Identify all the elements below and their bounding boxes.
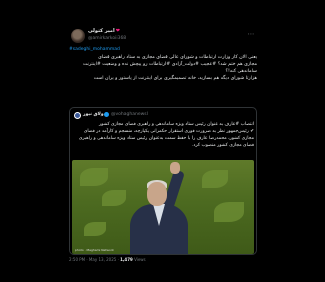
photo-credit: photo · Maghami Network: [75, 248, 114, 252]
author-block: امیر کتولی❤ @amirkarkoii368: [88, 28, 126, 42]
tweet-meta: 2:50 PM · May 13, 2025 · 1,479 Views: [69, 257, 146, 262]
quote-line: مجازی کشور، محمدرضا عارف را با حفظ سمت ب…: [78, 136, 254, 141]
tweet-line: هزارتا شورای دیگه هم بسازید، خانه تصمیمگ…: [93, 76, 257, 81]
heart-icon: ❤: [115, 28, 120, 34]
quoted-tweet[interactable]: ولاق نیوز @vohaghanewsl انتصاب #عارف به …: [69, 107, 257, 255]
quote-line: فضای مجازی کشور منصوب کرد.: [192, 143, 254, 148]
quote-display-name[interactable]: ولاق نیوز: [83, 111, 104, 119]
tweet-card: امیر کتولی❤ @amirkarkoii368 ⋯ #sadeghi_m…: [63, 21, 263, 276]
author-handle[interactable]: @amirkarkoii368: [88, 35, 126, 42]
tweet-line: مجازی هم ختم شد؟ #عجیب #دولت_آزادی #ارتب…: [82, 62, 257, 67]
quote-text: انتصاب #عارف به عنوان رئیس ستاد ویژه سام…: [74, 121, 254, 149]
quote-avatar[interactable]: [74, 112, 81, 119]
more-options-icon[interactable]: ⋯: [248, 30, 256, 38]
quote-line: انتصاب #عارف به عنوان رئیس ستاد ویژه سام…: [98, 122, 254, 127]
avatar[interactable]: [71, 29, 85, 43]
hashtag-line[interactable]: #sadeghi_mohammad: [69, 47, 120, 52]
tweet-line: ساماندهی کنه!؟: [225, 69, 257, 74]
tweet-line: یعنی الان کار وزارت ارتباطات و شورای عال…: [98, 55, 257, 60]
views-label: Views: [134, 257, 146, 262]
display-name[interactable]: امیر کتولی: [88, 28, 115, 34]
quote-handle[interactable]: @vohaghanewsl: [111, 111, 148, 119]
timestamp[interactable]: 2:50 PM · May 13, 2025: [69, 257, 116, 262]
tweet-header: امیر کتولی❤ @amirkarkoii368 ⋯: [69, 27, 257, 45]
quote-header: ولاق نیوز @vohaghanewsl: [74, 111, 252, 119]
quote-photo[interactable]: photo · Maghami Network: [72, 160, 254, 254]
tweet-body: یعنی الان کار وزارت ارتباطات و شورای عال…: [69, 54, 257, 82]
view-count: 1,479: [120, 257, 133, 262]
quote-line: ✔ رئیس‌جمهور نظر به ضرورت فوری استقرار ح…: [83, 129, 254, 134]
verified-icon: [104, 112, 109, 117]
